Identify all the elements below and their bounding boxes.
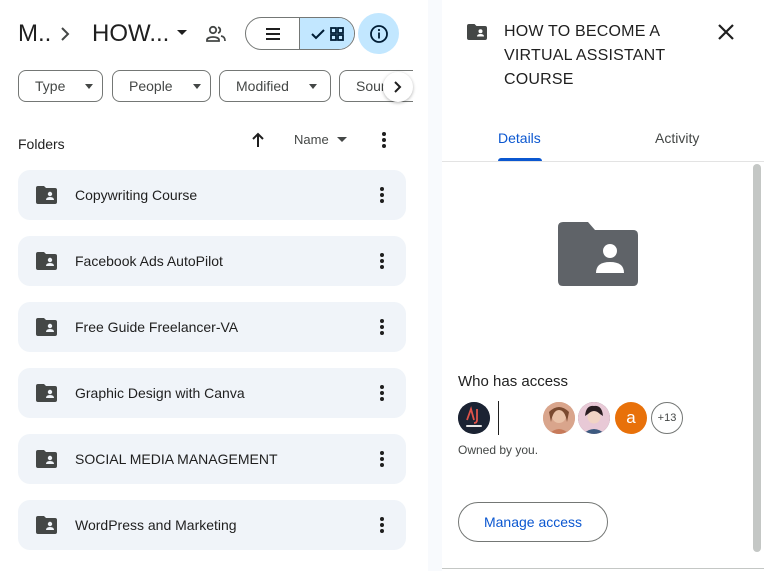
folder-row[interactable]: WordPress and Marketing xyxy=(18,500,406,550)
folders-section-label: Folders xyxy=(18,136,65,152)
sort-label: Name xyxy=(294,132,329,147)
dropdown-arrow-icon xyxy=(192,83,201,89)
chip-label: Type xyxy=(35,78,66,94)
more-options-icon[interactable] xyxy=(379,253,385,269)
filter-modified-chip[interactable]: Modified xyxy=(219,70,331,102)
more-options-icon[interactable] xyxy=(379,385,385,401)
chip-label: People xyxy=(129,78,173,94)
folder-row[interactable]: SOCIAL MEDIA MANAGEMENT xyxy=(18,434,406,484)
grid-icon xyxy=(330,26,344,41)
dropdown-arrow-icon xyxy=(336,137,347,142)
more-options-icon[interactable] xyxy=(381,132,387,148)
folder-row[interactable]: Facebook Ads AutoPilot xyxy=(18,236,406,286)
shared-folder-icon xyxy=(467,24,487,40)
sort-by-name-button[interactable]: Name xyxy=(294,132,347,147)
who-has-access-heading: Who has access xyxy=(458,373,569,390)
list-view-button[interactable] xyxy=(246,18,301,49)
more-options-icon[interactable] xyxy=(379,451,385,467)
folder-row[interactable]: Graphic Design with Canva xyxy=(18,368,406,418)
view-toggle xyxy=(245,17,355,50)
file-list-pane: M.. HOW... Type People Modified Sour Fol… xyxy=(0,0,428,571)
filter-type-chip[interactable]: Type xyxy=(18,70,103,102)
caret-down-icon[interactable] xyxy=(176,29,188,37)
shared-folder-icon xyxy=(36,384,57,402)
more-options-icon[interactable] xyxy=(379,319,385,335)
person-photo-avatar[interactable] xyxy=(578,402,610,434)
close-icon[interactable] xyxy=(717,23,735,41)
tab-divider xyxy=(442,161,764,162)
dropdown-arrow-icon xyxy=(85,83,94,89)
folder-name: Free Guide Freelancer-VA xyxy=(75,319,239,335)
panel-bottom-divider xyxy=(442,568,764,569)
breadcrumb-parent[interactable]: M.. xyxy=(18,20,51,48)
filter-people-chip[interactable]: People xyxy=(112,70,211,102)
owned-by-text: Owned by you. xyxy=(458,443,539,457)
tab-details[interactable]: Details xyxy=(498,130,541,146)
person-photo-avatar[interactable] xyxy=(543,402,575,434)
user-initial-avatar[interactable]: a xyxy=(615,402,647,434)
avatar-divider xyxy=(498,401,499,435)
chip-label: Sour xyxy=(356,78,386,94)
details-title: HOW TO BECOME A VIRTUAL ASSISTANT COURSE xyxy=(504,23,666,88)
shared-folder-icon xyxy=(36,450,57,468)
folder-name: Copywriting Course xyxy=(75,187,198,203)
list-icon xyxy=(265,27,280,40)
manage-access-button[interactable]: Manage access xyxy=(458,502,608,542)
shared-folder-icon xyxy=(36,252,57,270)
info-icon xyxy=(369,24,388,43)
chevron-right-icon xyxy=(394,81,402,93)
folder-row[interactable]: Free Guide Freelancer-VA xyxy=(18,302,406,352)
shared-folder-icon xyxy=(36,186,57,204)
details-panel: HOW TO BECOME A VIRTUAL ASSISTANT COURSE… xyxy=(442,0,764,571)
shared-people-icon[interactable] xyxy=(206,25,226,43)
chevron-right-icon xyxy=(61,27,70,41)
dropdown-arrow-icon xyxy=(308,83,317,89)
tab-activity[interactable]: Activity xyxy=(655,130,699,146)
folder-name: WordPress and Marketing xyxy=(75,517,237,533)
designs-logo-avatar[interactable] xyxy=(458,402,490,434)
designs-logo-icon xyxy=(458,402,490,434)
more-options-icon[interactable] xyxy=(379,517,385,533)
details-scrollbar[interactable] xyxy=(753,164,761,552)
shared-folder-icon xyxy=(36,516,57,534)
scroll-filters-button[interactable] xyxy=(383,72,413,102)
more-options-icon[interactable] xyxy=(379,187,385,203)
shared-folder-icon xyxy=(36,318,57,336)
person-photo-icon xyxy=(543,402,575,434)
chip-label: Modified xyxy=(236,78,289,94)
folder-name: SOCIAL MEDIA MANAGEMENT xyxy=(75,451,278,467)
folder-name: Facebook Ads AutoPilot xyxy=(75,253,223,269)
shared-folder-large-icon xyxy=(558,222,638,286)
grid-view-button[interactable] xyxy=(300,18,354,49)
breadcrumb-current[interactable]: HOW... xyxy=(92,20,169,48)
checkmark-icon xyxy=(311,28,325,39)
folder-name: Graphic Design with Canva xyxy=(75,385,245,401)
more-people-count[interactable]: +13 xyxy=(651,402,683,434)
folder-row[interactable]: Copywriting Course xyxy=(18,170,406,220)
info-button[interactable] xyxy=(358,13,399,54)
sort-direction-arrow-icon[interactable] xyxy=(250,131,266,149)
person-photo-icon xyxy=(578,402,610,434)
